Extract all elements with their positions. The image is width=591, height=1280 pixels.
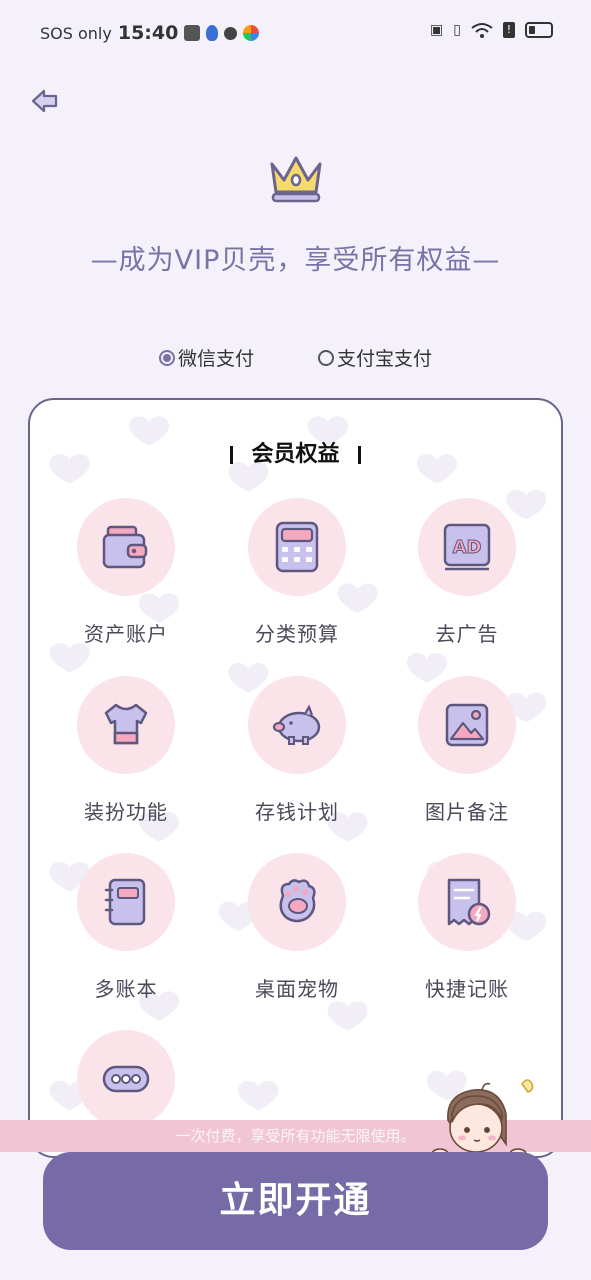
radio-checked-icon <box>158 349 175 366</box>
svg-text:AD: AD <box>453 537 482 558</box>
receipt-lightning-icon <box>447 878 491 926</box>
carrier-text: SOS only <box>40 23 112 43</box>
vibrate-icon: ▯ <box>453 22 461 38</box>
benefit-category-budget[interactable]: 分类预算 <box>222 498 372 647</box>
pay-option-label: 微信支付 <box>177 348 254 370</box>
piggy-bank-icon <box>272 704 321 745</box>
wifi-icon <box>471 23 493 38</box>
payment-method-selector: 微信支付 支付宝支付 <box>0 344 591 371</box>
benefits-title: 会员权益 <box>30 436 561 468</box>
status-bar: SOS only 15:40 ▣ ▯ ! <box>0 0 591 66</box>
benefit-label: 资产账户 <box>84 622 168 646</box>
title-bar-right <box>357 446 361 464</box>
benefit-icon-circle <box>418 676 516 774</box>
radio-unchecked-icon <box>318 349 334 366</box>
tshirt-icon <box>104 703 148 745</box>
benefit-icon-circle <box>77 498 175 596</box>
page-headline: —成为VIP贝壳，享受所有权益— <box>90 245 501 276</box>
benefit-icon-circle <box>77 1030 175 1128</box>
benefit-multi-ledger[interactable]: 多账本 <box>51 853 201 1002</box>
benefit-desktop-pet[interactable]: 桌面宠物 <box>222 853 372 1002</box>
app-notification-icon <box>243 25 260 41</box>
benefits-title-text: 会员权益 <box>251 442 340 467</box>
benefit-label: 桌面宠物 <box>255 977 339 1001</box>
benefit-saving-plan[interactable]: 存钱计划 <box>222 676 372 825</box>
benefit-label: 多账本 <box>94 977 158 1001</box>
wallet-icon <box>102 525 148 569</box>
pay-option-label: 支付宝支付 <box>337 348 433 370</box>
benefit-icon-circle <box>248 498 346 596</box>
benefit-image-notes[interactable]: 图片备注 <box>392 676 542 825</box>
pay-option-alipay[interactable]: 支付宝支付 <box>318 344 432 371</box>
game-icon <box>184 25 201 41</box>
notebook-icon <box>104 878 146 926</box>
benefit-dress-up[interactable]: 装扮功能 <box>51 676 201 825</box>
alert-icon: ! <box>503 22 515 38</box>
activate-now-button[interactable]: 立即开通 <box>43 1152 548 1250</box>
image-icon <box>445 703 489 747</box>
status-right: ▣ ▯ ! <box>430 22 553 38</box>
girl-mascot-illustration <box>431 1079 534 1158</box>
ad-icon: AD <box>443 523 491 571</box>
benefit-quick-record[interactable]: 快捷记账 <box>392 853 542 1002</box>
benefit-label: 分类预算 <box>255 622 339 646</box>
benefit-label: 装扮功能 <box>84 800 168 824</box>
benefit-label: 快捷记账 <box>425 977 509 1001</box>
benefit-label: 去广告 <box>435 622 499 646</box>
benefit-icon-circle <box>248 853 346 951</box>
benefit-label: 图片备注 <box>425 800 509 824</box>
vpn-icon <box>224 26 238 40</box>
benefit-icon-circle <box>77 853 175 951</box>
back-arrow-icon[interactable] <box>30 86 60 116</box>
nfc-icon: ▣ <box>430 22 444 38</box>
benefit-remove-ads[interactable]: AD 去广告 <box>392 498 542 647</box>
benefit-icon-circle <box>77 676 175 774</box>
more-dots-icon <box>102 1065 150 1093</box>
benefit-icon-circle <box>418 853 516 951</box>
shield-icon <box>206 25 219 41</box>
calculator-icon <box>275 521 319 573</box>
status-left: SOS only 15:40 <box>40 22 260 44</box>
benefit-icon-circle <box>248 676 346 774</box>
pay-option-wechat[interactable]: 微信支付 <box>158 344 254 371</box>
benefits-card: 会员权益 资产账户 分类预算 AD 去广告 装扮功能 存钱计划 图片备注 多账本… <box>28 398 563 1158</box>
battery-icon <box>525 22 553 38</box>
benefit-assets-account[interactable]: 资产账户 <box>51 498 201 647</box>
crown-icon <box>270 156 322 203</box>
benefit-icon-circle: AD <box>418 498 516 596</box>
paw-icon <box>279 879 316 923</box>
title-bar-left <box>230 446 234 464</box>
benefit-label: 存钱计划 <box>255 800 339 824</box>
clock-text: 15:40 <box>117 22 179 44</box>
